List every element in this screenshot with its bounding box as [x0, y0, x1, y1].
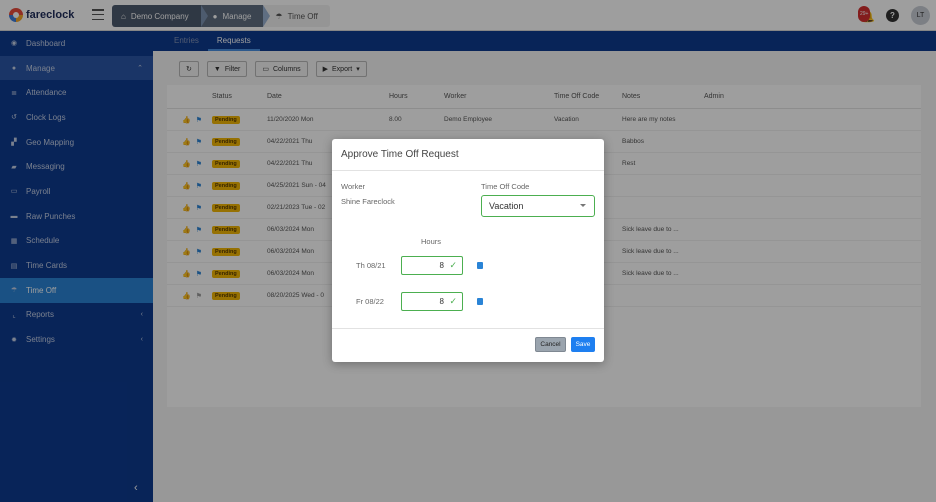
check-icon: ✓	[449, 296, 457, 306]
approve-time-off-dialog: Approve Time Off Request Worker Shine Fa…	[332, 139, 604, 362]
time-off-code-label: Time Off Code	[481, 182, 530, 191]
hours-input-1[interactable]: 8 ✓	[401, 256, 463, 275]
time-off-code-select[interactable]: Vacation	[481, 195, 595, 217]
worker-label: Worker	[341, 182, 366, 191]
worker-value: Shine Fareclock	[341, 197, 395, 206]
check-icon: ✓	[449, 260, 457, 270]
dialog-title: Approve Time Off Request	[332, 139, 604, 171]
day-label-2: Fr 08/22	[356, 297, 384, 306]
hours-input-2[interactable]: 8 ✓	[401, 292, 463, 311]
day-label-1: Th 08/21	[356, 261, 386, 270]
chevron-down-icon	[580, 204, 586, 207]
save-button[interactable]: Save	[571, 337, 595, 352]
hours-value: 8	[439, 297, 444, 306]
hours-value: 8	[439, 261, 444, 270]
cancel-button[interactable]: Cancel	[535, 337, 566, 352]
hours-label: Hours	[421, 237, 442, 246]
note-icon[interactable]	[477, 262, 483, 269]
note-icon[interactable]	[477, 298, 483, 305]
time-off-code-value: Vacation	[489, 201, 524, 211]
dialog-footer: Cancel Save	[332, 328, 604, 362]
